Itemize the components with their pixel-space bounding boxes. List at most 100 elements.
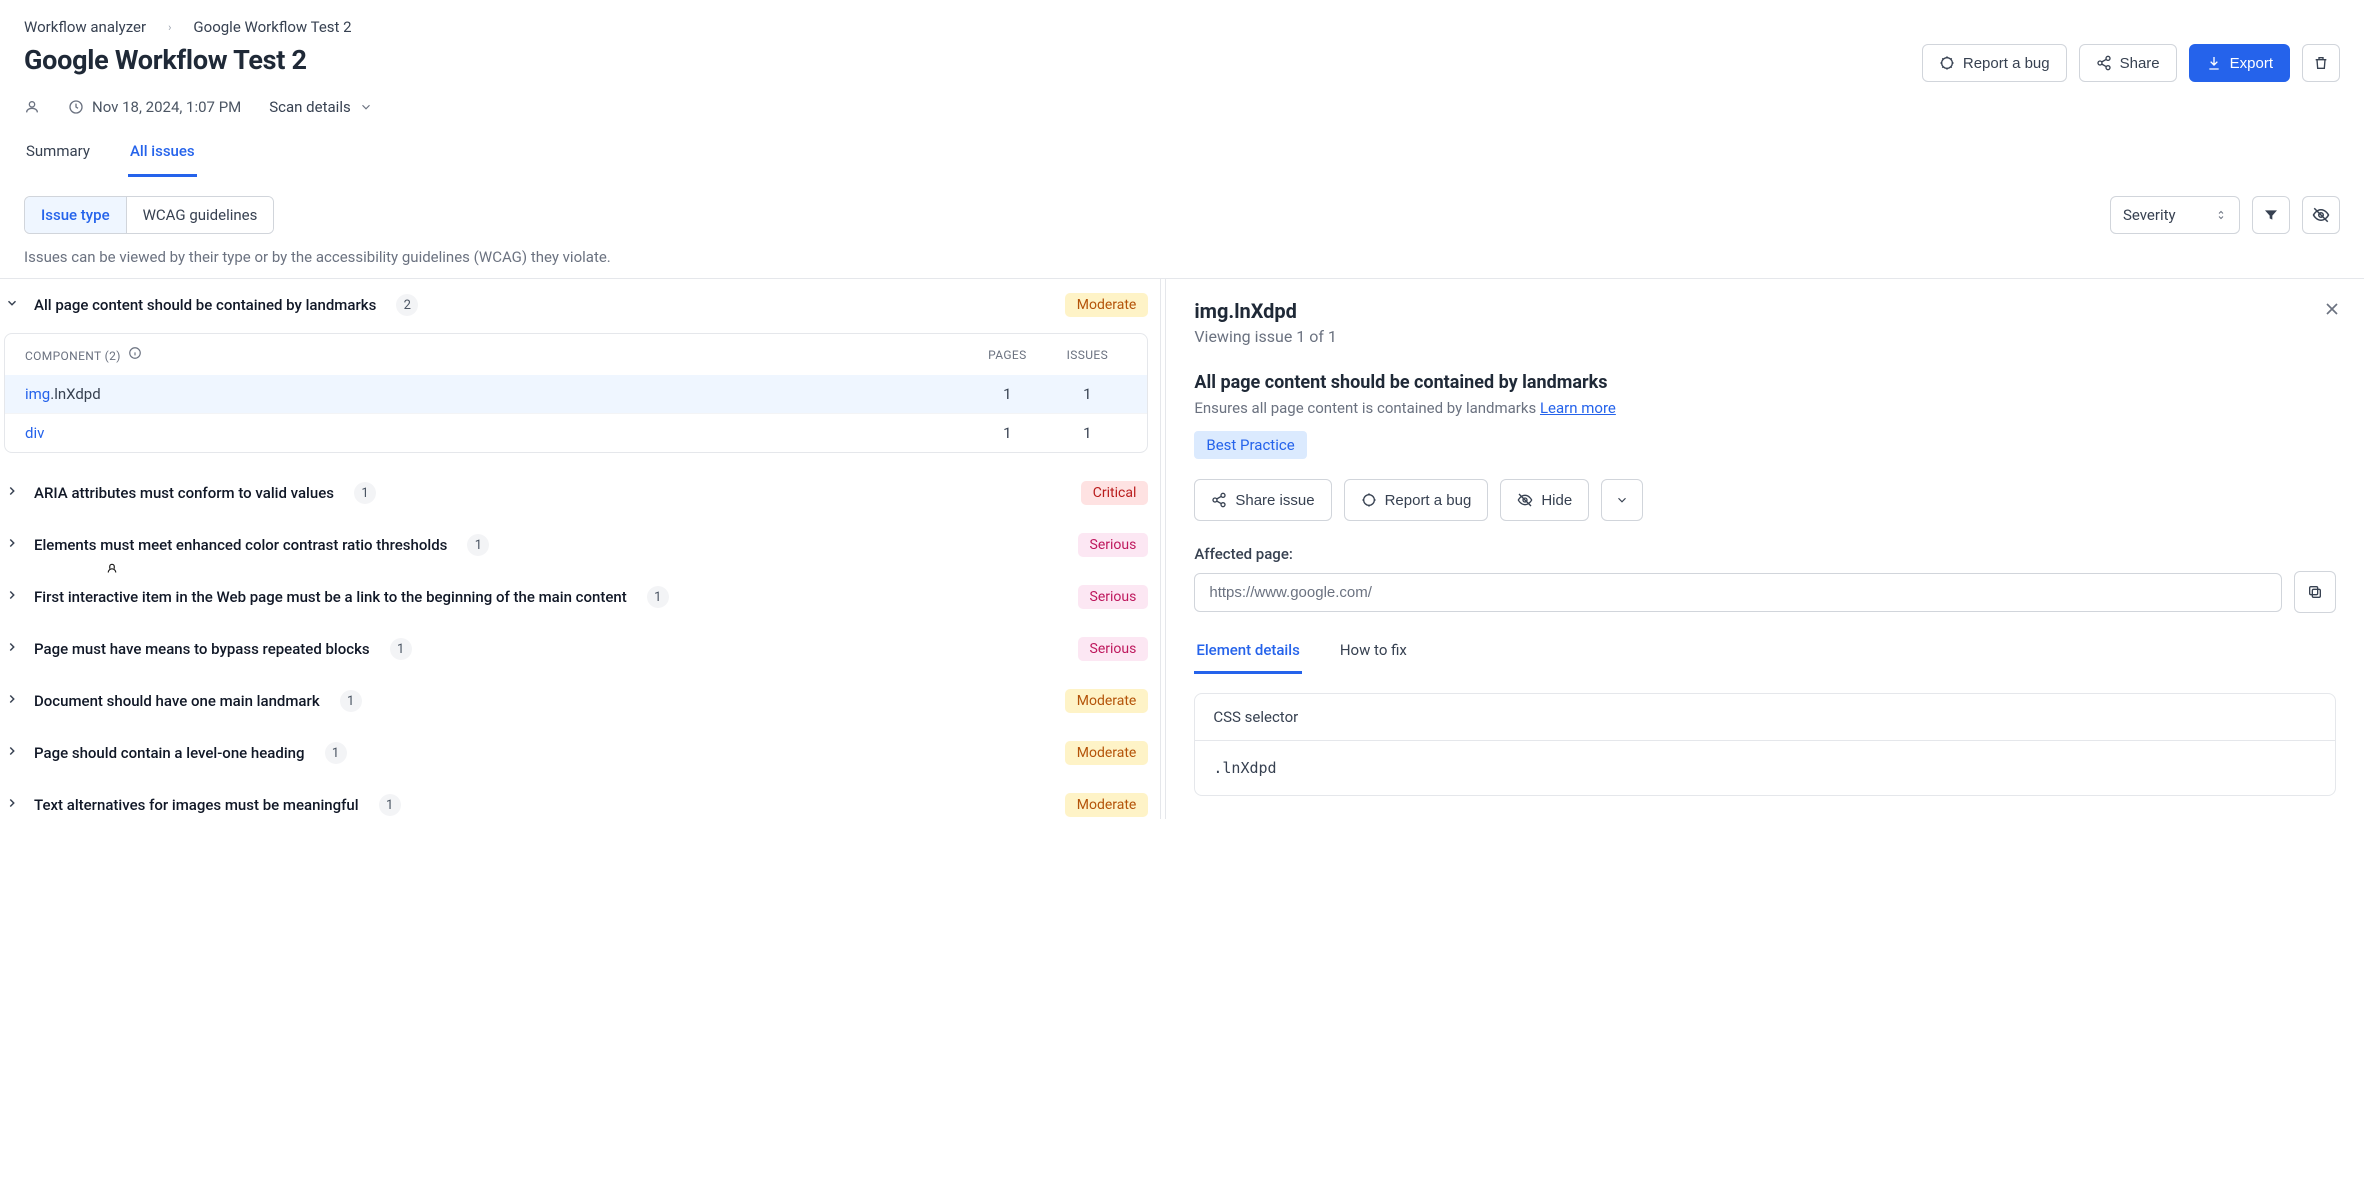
severity-select[interactable]: Severity [2110,196,2240,234]
share-label: Share [2120,55,2160,72]
issue-count-pill: 2 [396,294,418,316]
component-header-issues: ISSUES [1047,348,1127,362]
issue-detail-pane: img.lnXdpd Viewing issue 1 of 1 All page… [1166,279,2364,819]
export-label: Export [2230,55,2273,72]
share-issue-label: Share issue [1235,492,1314,509]
affected-page-label: Affected page: [1194,545,2336,563]
visibility-button[interactable] [2302,196,2340,234]
breadcrumb-current: Google Workflow Test 2 [193,18,351,36]
clock-icon [68,99,84,115]
delete-button[interactable] [2302,44,2340,82]
component-table: COMPONENT (2) PAGES ISSUES img.lnXdpd 1 … [4,333,1148,453]
bug-icon [1939,55,1955,71]
issue-title: Text alternatives for images must be mea… [34,796,359,814]
seg-wcag-guidelines[interactable]: WCAG guidelines [126,197,274,233]
hide-label: Hide [1541,492,1572,509]
sort-icon [2215,209,2227,221]
subtab-how-to-fix[interactable]: How to fix [1338,633,1409,674]
panel-title: img.lnXdpd [1194,299,2336,323]
issue-count-pill: 1 [390,638,412,660]
css-selector-header: CSS selector [1195,694,2335,741]
component-row[interactable]: img.lnXdpd 1 1 [5,375,1147,413]
severity-badge: Serious [1078,533,1149,557]
severity-badge: Moderate [1065,793,1149,817]
grouping-segmented-control: Issue type WCAG guidelines [24,196,274,234]
chevron-right-icon [4,640,20,658]
close-button[interactable] [2322,299,2342,323]
rule-description: Ensures all page content is contained by… [1194,399,2336,417]
issue-title: First interactive item in the Web page m… [34,588,627,606]
component-issues: 1 [1047,424,1127,442]
report-bug-button[interactable]: Report a bug [1922,44,2067,82]
issue-row[interactable]: ARIA attributes must conform to valid va… [0,467,1152,519]
issue-row[interactable]: All page content should be contained by … [0,279,1152,331]
info-icon[interactable] [128,346,142,360]
chevron-down-icon [4,296,20,314]
detail-subtabs: Element details How to fix [1194,633,2336,675]
issues-list-pane: All page content should be contained by … [0,279,1158,819]
close-icon [2322,299,2342,319]
export-button[interactable]: Export [2189,44,2290,82]
report-bug-label-panel: Report a bug [1385,492,1472,509]
eye-off-icon [1517,492,1533,508]
panel-subtitle: Viewing issue 1 of 1 [1194,327,2336,346]
issue-title: Page must have means to bypass repeated … [34,640,370,658]
main-tabs: Summary All issues [24,134,2340,178]
report-bug-button-panel[interactable]: Report a bug [1344,479,1489,521]
help-text: Issues can be viewed by their type or by… [24,248,2340,266]
tab-summary[interactable]: Summary [24,134,92,177]
issue-row[interactable]: Text alternatives for images must be mea… [0,779,1152,819]
learn-more-link[interactable]: Learn more [1540,399,1616,417]
pane-divider[interactable] [1158,279,1166,819]
issue-row[interactable]: Page must have means to bypass repeated … [0,623,1152,675]
issue-row[interactable]: First interactive item in the Web page m… [0,571,1152,623]
breadcrumb: Workflow analyzer › Google Workflow Test… [24,18,2340,36]
share-button[interactable]: Share [2079,44,2177,82]
share-issue-button[interactable]: Share issue [1194,479,1331,521]
page-title: Google Workflow Test 2 [24,44,307,76]
copy-icon [2307,584,2323,600]
affected-page-input[interactable] [1194,573,2282,612]
severity-badge: Moderate [1065,293,1149,317]
issue-row[interactable]: Document should have one main landmark 1… [0,675,1152,727]
issue-row[interactable]: Elements must meet enhanced color contra… [0,519,1152,571]
chevron-right-icon [4,796,20,814]
timestamp-meta: Nov 18, 2024, 1:07 PM [68,98,241,116]
tab-all-issues[interactable]: All issues [128,134,197,177]
breadcrumb-root[interactable]: Workflow analyzer [24,18,146,36]
filter-button[interactable] [2252,196,2290,234]
copy-url-button[interactable] [2294,571,2336,613]
issue-count-pill: 1 [467,534,489,556]
component-class: .lnXdpd [50,385,100,403]
issue-row[interactable]: Page should contain a level-one heading … [0,727,1152,779]
issue-title: ARIA attributes must conform to valid va… [34,484,334,502]
hide-button[interactable]: Hide [1500,479,1589,521]
share-icon [2096,55,2112,71]
rule-title: All page content should be contained by … [1194,372,2336,393]
severity-label: Severity [2123,206,2176,224]
timestamp-value: Nov 18, 2024, 1:07 PM [92,98,241,116]
component-header-pages: PAGES [967,348,1047,362]
component-pages: 1 [967,424,1047,442]
scan-details-link[interactable]: Scan details [269,98,372,116]
subtab-element-details[interactable]: Element details [1194,633,1301,674]
chevron-right-icon [4,536,20,554]
issue-count-pill: 1 [354,482,376,504]
chevron-right-icon [4,484,20,502]
scan-details-label: Scan details [269,98,350,116]
more-actions-button[interactable] [1601,479,1643,521]
owner-meta [24,99,40,115]
component-row[interactable]: div 1 1 [5,413,1147,452]
chevron-right-icon [4,588,20,606]
severity-badge: Moderate [1065,741,1149,765]
issue-count-pill: 1 [325,742,347,764]
report-bug-label: Report a bug [1963,55,2050,72]
issue-title: Elements must meet enhanced color contra… [34,536,447,554]
issue-count-pill: 1 [647,586,669,608]
trash-icon [2313,55,2329,71]
issue-count-pill: 1 [379,794,401,816]
seg-issue-type[interactable]: Issue type [25,197,126,233]
issue-count-pill: 1 [340,690,362,712]
download-icon [2206,55,2222,71]
chevron-down-icon [1615,493,1629,507]
